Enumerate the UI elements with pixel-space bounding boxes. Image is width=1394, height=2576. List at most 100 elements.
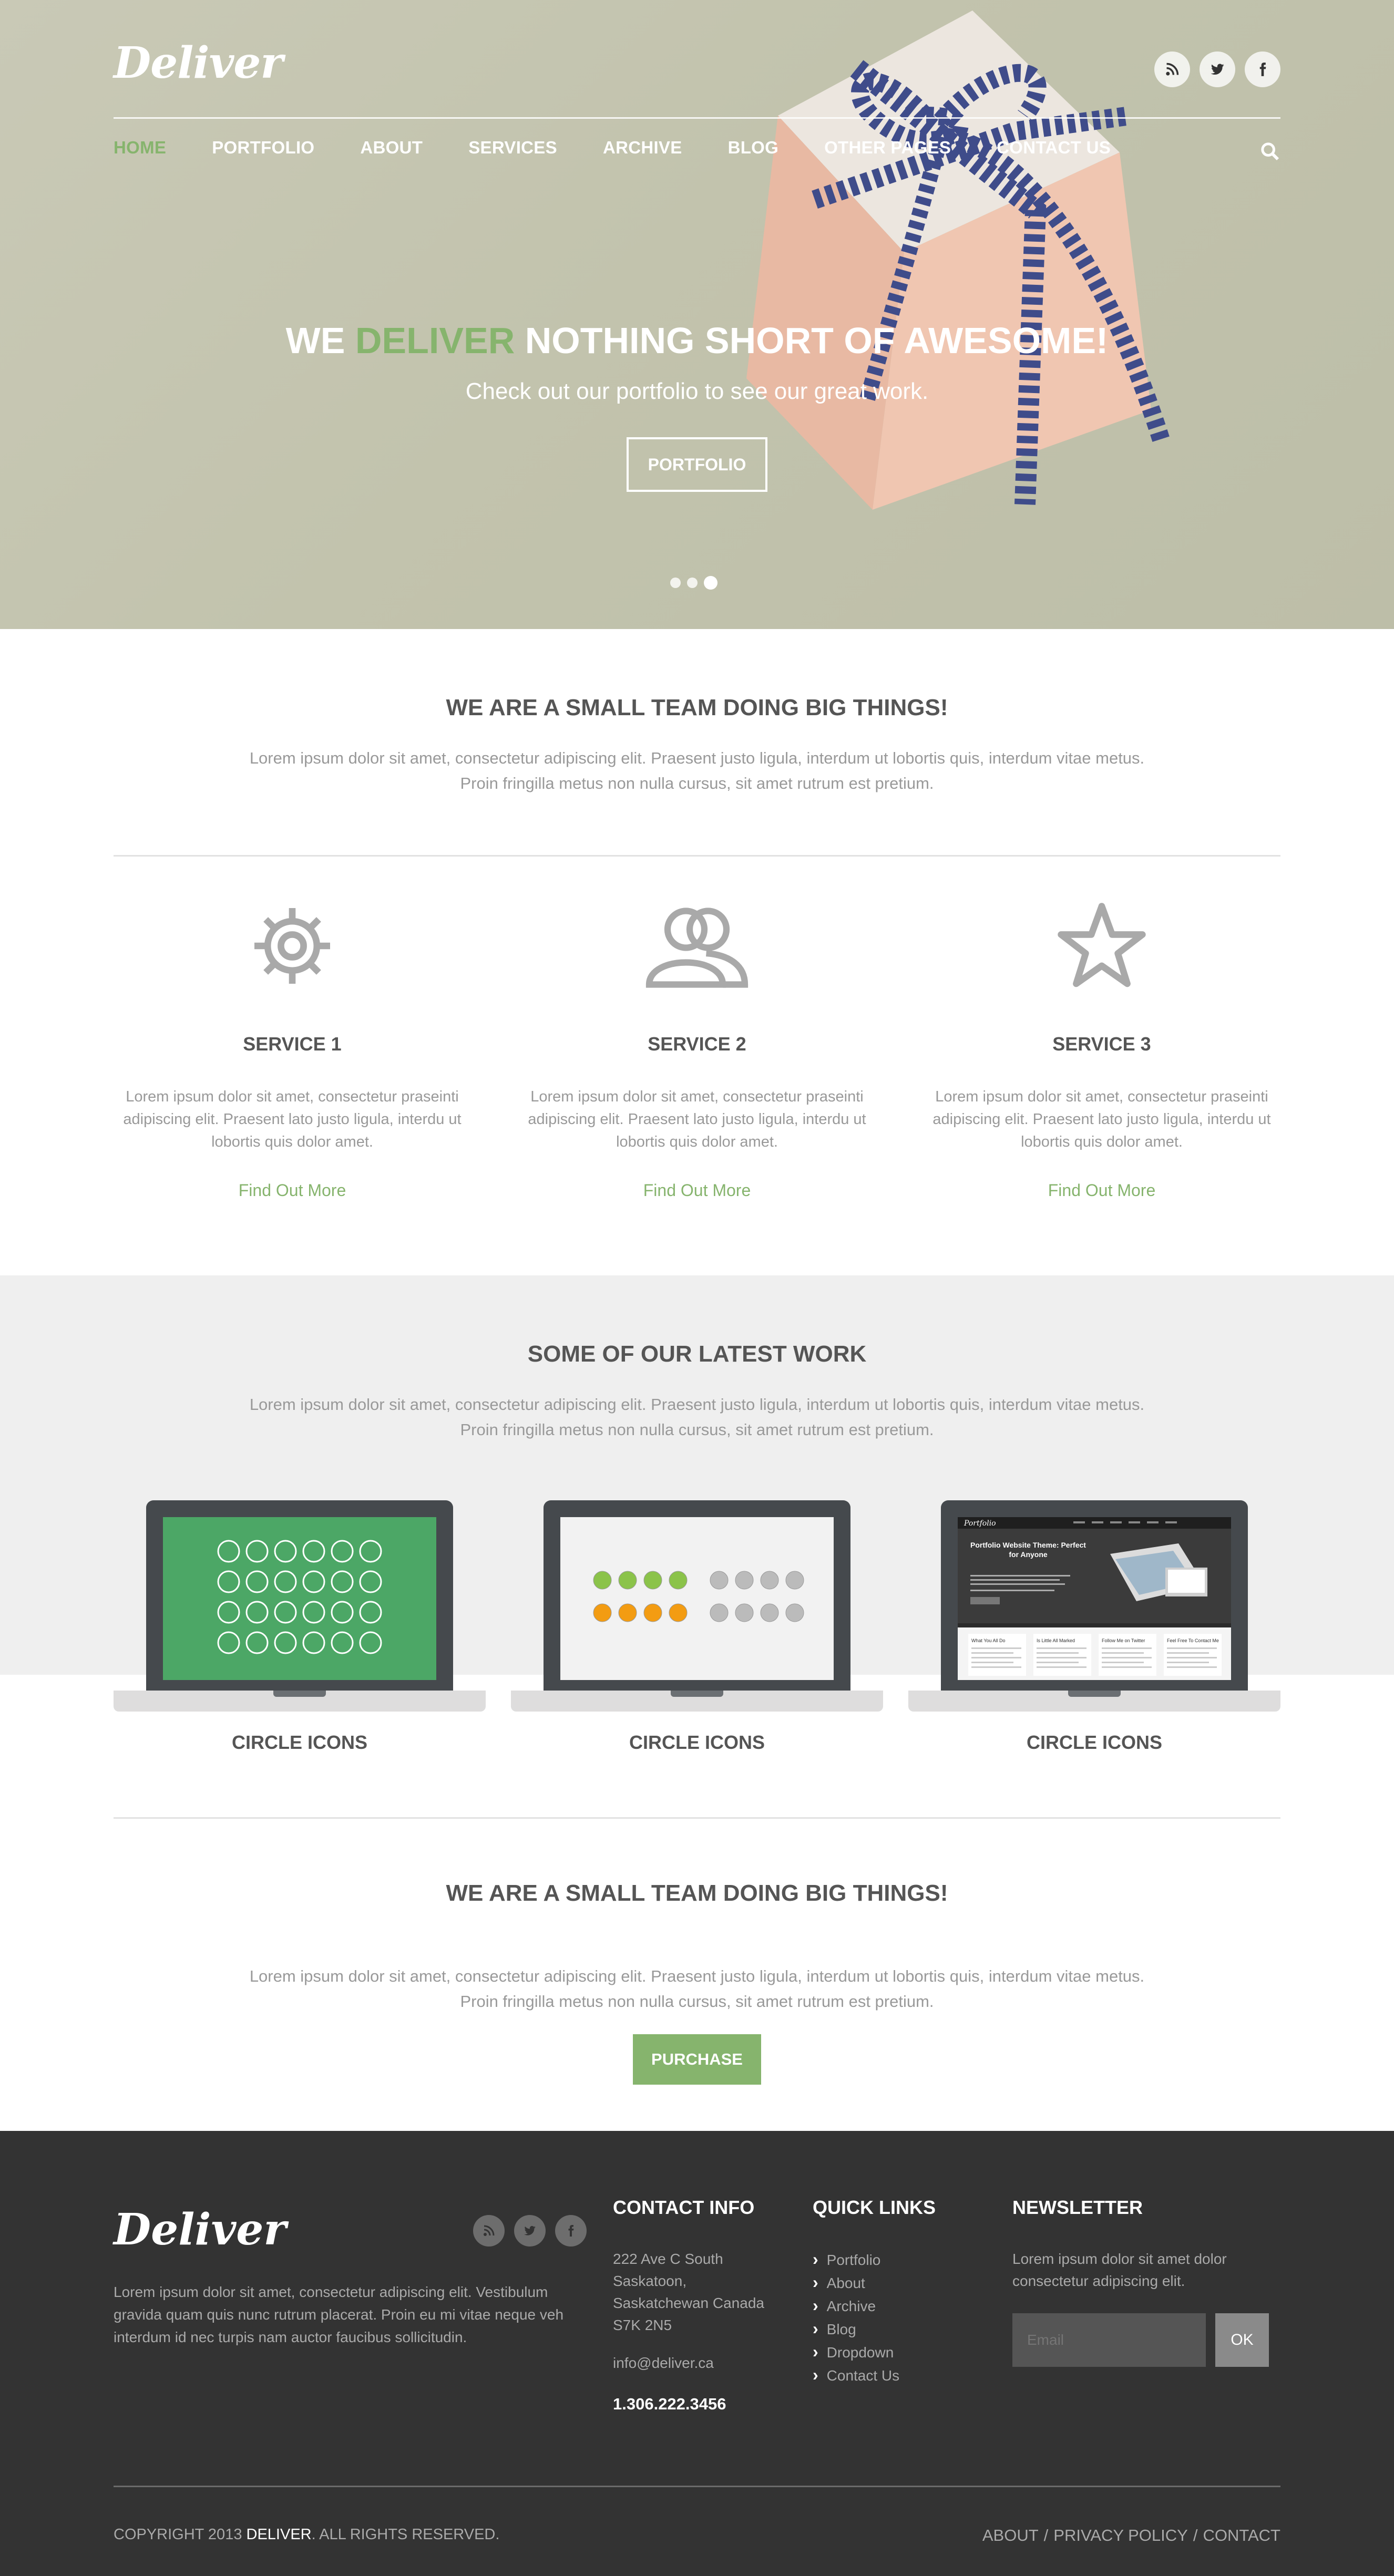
preview-text-line <box>971 1666 1021 1668</box>
facebook-icon[interactable] <box>1245 51 1280 87</box>
laptop-base <box>511 1691 883 1712</box>
quick-link-portfolio[interactable]: Portfolio <box>813 2248 936 2271</box>
rss-icon[interactable] <box>473 2215 505 2247</box>
hero-subtitle: Check out our portfolio to see our great… <box>465 378 929 404</box>
preview-button-icon <box>710 1571 729 1590</box>
newsletter-email-input[interactable] <box>1012 2313 1206 2367</box>
copyright-brand[interactable]: DELIVER <box>247 2526 312 2543</box>
preview-logo: Portfolio <box>964 1519 996 1528</box>
preview-button-icon <box>593 1603 612 1622</box>
gear-icon <box>254 908 330 984</box>
portfolio-item[interactable]: CIRCLE ICONS <box>114 1500 486 1754</box>
portfolio-item-title[interactable]: CIRCLE ICONS <box>114 1732 486 1754</box>
quick-link-contact-us[interactable]: Contact Us <box>813 2364 936 2387</box>
newsletter-text: Lorem ipsum dolor sit amet dolor consect… <box>1012 2251 1227 2289</box>
twitter-icon[interactable] <box>514 2215 546 2247</box>
footer-link-privacy-policy[interactable]: PRIVACY POLICY <box>1053 2526 1188 2545</box>
slider-dot-active[interactable] <box>704 576 718 590</box>
preview-text-line <box>1167 1647 1217 1649</box>
intro-text: Lorem ipsum dolor sit amet, consectetur … <box>249 749 1145 792</box>
preview-button-icon <box>618 1571 637 1590</box>
quick-link-about[interactable]: About <box>813 2271 936 2294</box>
preview-text-line <box>1167 1657 1217 1658</box>
social-icons <box>1154 51 1280 87</box>
slider-dots <box>670 576 718 590</box>
footer-link-contact[interactable]: CONTACT <box>1203 2526 1280 2545</box>
laptop-screen: Portfolio Portfolio Website Theme: Perfe… <box>941 1500 1248 1691</box>
service-title: SERVICE 1 <box>243 1033 342 1055</box>
preview-text-line <box>1167 1666 1217 1668</box>
footer-newsletter: NEWSLETTER Lorem ipsum dolor sit amet do… <box>1012 2197 1286 2367</box>
twitter-icon[interactable] <box>1200 51 1235 87</box>
rss-icon[interactable] <box>1154 51 1190 87</box>
button-icons-preview <box>560 1517 834 1680</box>
nav-home[interactable]: HOME <box>114 138 166 158</box>
nav-portfolio[interactable]: PORTFOLIO <box>212 138 314 158</box>
portfolio-item[interactable]: CIRCLE ICONS <box>511 1500 883 1754</box>
portfolio-item-title[interactable]: CIRCLE ICONS <box>511 1732 883 1754</box>
nav-archive[interactable]: ARCHIVE <box>603 138 682 158</box>
preview-text-line <box>1102 1652 1144 1654</box>
hero-headline: WE DELIVER NOTHING SHORT OF AWESOME! <box>285 320 1109 361</box>
preview-text-line <box>1102 1666 1152 1668</box>
preview-text-line <box>1037 1662 1079 1663</box>
purchase-button[interactable]: PURCHASE <box>633 2034 761 2085</box>
portfolio-item-title[interactable]: CIRCLE ICONS <box>908 1732 1280 1754</box>
preview-button-icon <box>735 1571 754 1590</box>
preview-column-title: Feel Free To Contact Me <box>1167 1638 1219 1643</box>
search-icon[interactable] <box>1259 141 1280 162</box>
preview-headline: Portfolio Website Theme: Perfect for Any… <box>970 1541 1086 1559</box>
portfolio-button[interactable]: PORTFOLIO <box>627 437 767 492</box>
laptop-base <box>908 1691 1280 1712</box>
nav-contact-us[interactable]: CONTACT US <box>997 138 1111 158</box>
find-out-more-link[interactable]: Find Out More <box>923 1181 1280 1200</box>
service-title: SERVICE 2 <box>648 1033 746 1055</box>
preview-text-line <box>971 1647 1021 1649</box>
facebook-icon[interactable] <box>555 2215 587 2247</box>
header-divider <box>114 117 1280 119</box>
preview-button-icon <box>669 1571 688 1590</box>
service-card: SERVICE 3 Lorem ipsum dolor sit amet, co… <box>923 893 1280 1200</box>
footer-about-text: Lorem ipsum dolor sit amet, consectetur … <box>114 2284 564 2345</box>
footer-divider <box>114 2486 1280 2487</box>
service-text: Lorem ipsum dolor sit amet, consectetur … <box>123 1088 462 1150</box>
quick-links-title: QUICK LINKS <box>813 2197 936 2218</box>
find-out-more-link[interactable]: Find Out More <box>114 1181 471 1200</box>
nav-blog[interactable]: BLOG <box>728 138 779 158</box>
contact-email[interactable]: info@deliver.ca <box>613 2352 764 2374</box>
nav-other-pages[interactable]: OTHER PAGES <box>824 138 951 158</box>
find-out-more-link[interactable]: Find Out More <box>518 1181 876 1200</box>
service-card: SERVICE 1 Lorem ipsum dolor sit amet, co… <box>114 893 471 1200</box>
nav-about[interactable]: ABOUT <box>360 138 423 158</box>
footer-quick-links: QUICK LINKS Portfolio About Archive Blog… <box>813 2197 936 2387</box>
laptop-base <box>114 1691 486 1712</box>
address-line: S7K 2N5 <box>613 2317 672 2333</box>
preview-column-title: Follow Me on Twitter <box>1102 1638 1145 1643</box>
quick-link-blog[interactable]: Blog <box>813 2317 936 2341</box>
laptop-screen <box>146 1500 453 1691</box>
nav-services[interactable]: SERVICES <box>468 138 557 158</box>
footer-link-about[interactable]: ABOUT <box>982 2526 1039 2545</box>
copyright: COPYRIGHT 2013 DELIVER. ALL RIGHTS RESER… <box>114 2526 500 2543</box>
service-card: SERVICE 2 Lorem ipsum dolor sit amet, co… <box>518 893 876 1200</box>
quick-link-archive[interactable]: Archive <box>813 2294 936 2317</box>
logo[interactable]: Deliver <box>114 38 283 88</box>
portfolio-item[interactable]: Portfolio Portfolio Website Theme: Perfe… <box>908 1500 1280 1754</box>
preview-text-line <box>1167 1662 1209 1663</box>
section-divider <box>114 1817 1280 1819</box>
slider-dot[interactable] <box>687 578 698 588</box>
services-row: SERVICE 1 Lorem ipsum dolor sit amet, co… <box>114 893 1280 1200</box>
preview-button-icon <box>785 1603 804 1622</box>
footer-logo[interactable]: Deliver <box>114 2204 286 2255</box>
preview-text-line <box>1102 1647 1152 1649</box>
address-line: Saskatoon, <box>613 2273 687 2289</box>
service-title: SERVICE 3 <box>1052 1033 1151 1055</box>
slider-dot[interactable] <box>670 578 681 588</box>
preview-text-line <box>1167 1652 1209 1654</box>
preview-text-line <box>1037 1657 1086 1658</box>
preview-text-line <box>1102 1657 1152 1658</box>
newsletter-ok-button[interactable]: OK <box>1215 2313 1269 2367</box>
portfolio-grid: CIRCLE ICONS CIRCLE ICONS Portfolio Port… <box>114 1500 1280 1754</box>
quick-link-dropdown[interactable]: Dropdown <box>813 2341 936 2364</box>
preview-button-icon <box>735 1603 754 1622</box>
